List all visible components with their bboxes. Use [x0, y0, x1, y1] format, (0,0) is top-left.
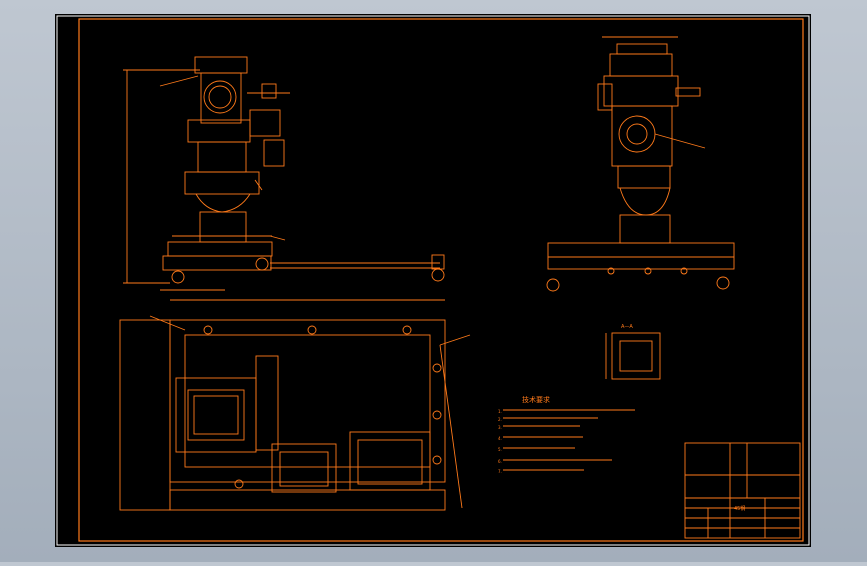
cad-viewport[interactable]: 技术要求 A—A 45钢 1. 2. 3. 4. 5. 6. 7.	[0, 0, 867, 562]
cad-drawing: 技术要求 A—A 45钢 1. 2. 3. 4. 5. 6. 7.	[55, 14, 811, 547]
note-3: 3.	[498, 425, 502, 430]
title-block-material: 45钢	[734, 505, 745, 512]
note-5: 5.	[498, 447, 502, 452]
drawing-sheet	[55, 14, 811, 547]
note-4: 4.	[498, 436, 502, 441]
note-1: 1.	[498, 409, 502, 414]
notes-heading: 技术要求	[522, 395, 550, 404]
note-2: 2.	[498, 417, 502, 422]
note-6: 6.	[498, 459, 502, 464]
section-label: A—A	[621, 324, 633, 330]
note-7: 7.	[498, 469, 502, 474]
